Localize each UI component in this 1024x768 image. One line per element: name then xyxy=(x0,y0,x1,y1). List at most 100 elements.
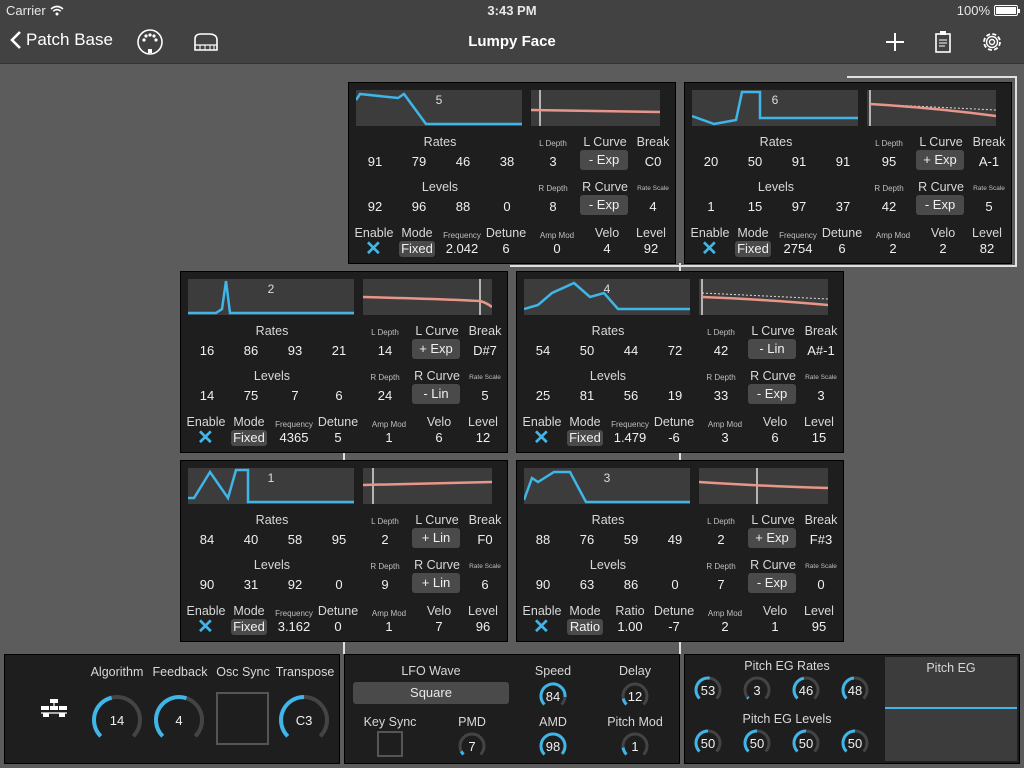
r-depth-value[interactable]: 42 xyxy=(871,199,907,214)
amp-mod-value[interactable]: 2 xyxy=(707,619,743,634)
r-curve-select[interactable]: - Exp xyxy=(580,195,628,215)
r-depth-value[interactable]: 33 xyxy=(703,388,739,403)
velocity-value[interactable]: 7 xyxy=(421,619,457,634)
level-3-value[interactable]: 88 xyxy=(445,199,481,214)
mode-toggle[interactable]: Fixed xyxy=(567,430,603,446)
frequency-value[interactable]: 3.162 xyxy=(274,619,314,634)
l-depth-value[interactable]: 3 xyxy=(535,154,571,169)
detune-value[interactable]: 6 xyxy=(824,241,860,256)
mode-toggle[interactable]: Fixed xyxy=(399,241,435,257)
detune-value[interactable]: -6 xyxy=(656,430,692,445)
enable-checkbox[interactable]: ✕ xyxy=(197,428,214,448)
rate-3-value[interactable]: 59 xyxy=(613,532,649,547)
midi-port-icon[interactable] xyxy=(136,28,164,56)
rate-1-value[interactable]: 20 xyxy=(693,154,729,169)
rate-4-value[interactable]: 38 xyxy=(489,154,525,169)
rate-3-value[interactable]: 44 xyxy=(613,343,649,358)
output-level-value[interactable]: 96 xyxy=(465,619,501,634)
envelope-display[interactable]: 5 xyxy=(356,90,522,126)
r-curve-select[interactable]: + Lin xyxy=(412,573,460,593)
amd-knob[interactable]: 98 xyxy=(538,731,568,761)
rate-4-value[interactable]: 49 xyxy=(657,532,693,547)
keyboard-scaling-display[interactable] xyxy=(531,90,660,126)
output-level-value[interactable]: 95 xyxy=(801,619,837,634)
r-depth-value[interactable]: 24 xyxy=(367,388,403,403)
r-curve-select[interactable]: - Exp xyxy=(748,573,796,593)
amp-mod-value[interactable]: 0 xyxy=(539,241,575,256)
copy-document-icon[interactable] xyxy=(929,28,957,56)
mode-toggle[interactable]: Fixed xyxy=(231,619,267,635)
pmd-knob[interactable]: 7 xyxy=(457,731,487,761)
output-level-value[interactable]: 92 xyxy=(633,241,669,256)
mode-toggle[interactable]: Fixed xyxy=(231,430,267,446)
add-icon[interactable] xyxy=(881,28,909,56)
level-1-value[interactable]: 92 xyxy=(357,199,393,214)
rate-2-value[interactable]: 86 xyxy=(233,343,269,358)
rate-scale-value[interactable]: 3 xyxy=(803,388,839,403)
velocity-value[interactable]: 2 xyxy=(925,241,961,256)
rate-scale-value[interactable]: 4 xyxy=(635,199,671,214)
level-4-value[interactable]: 0 xyxy=(489,199,525,214)
velocity-value[interactable]: 1 xyxy=(757,619,793,634)
frequency-value[interactable]: 1.00 xyxy=(610,619,650,634)
rate-4-value[interactable]: 21 xyxy=(321,343,357,358)
level-1-value[interactable]: 14 xyxy=(189,388,225,403)
frequency-value[interactable]: 2.042 xyxy=(442,241,482,256)
output-level-value[interactable]: 15 xyxy=(801,430,837,445)
amp-mod-value[interactable]: 1 xyxy=(371,619,407,634)
rate-1-value[interactable]: 16 xyxy=(189,343,225,358)
level-2-value[interactable]: 75 xyxy=(233,388,269,403)
amp-mod-value[interactable]: 2 xyxy=(875,241,911,256)
transpose-knob[interactable]: C3 xyxy=(277,693,331,747)
velocity-value[interactable]: 6 xyxy=(757,430,793,445)
r-depth-value[interactable]: 7 xyxy=(703,577,739,592)
level-1-value[interactable]: 90 xyxy=(189,577,225,592)
level-3-value[interactable]: 92 xyxy=(277,577,313,592)
l-curve-select[interactable]: - Exp xyxy=(580,150,628,170)
level-4-value[interactable]: 37 xyxy=(825,199,861,214)
rate-2-value[interactable]: 40 xyxy=(233,532,269,547)
rate-4-value[interactable]: 72 xyxy=(657,343,693,358)
level-1-value[interactable]: 90 xyxy=(525,577,561,592)
r-depth-value[interactable]: 9 xyxy=(367,577,403,592)
level-3-value[interactable]: 7 xyxy=(277,388,313,403)
l-depth-value[interactable]: 95 xyxy=(871,154,907,169)
r-curve-select[interactable]: - Exp xyxy=(916,195,964,215)
level-1-value[interactable]: 25 xyxy=(525,388,561,403)
l-curve-select[interactable]: + Exp xyxy=(748,528,796,548)
keyboard-scaling-display[interactable] xyxy=(363,279,492,315)
delay-knob[interactable]: 12 xyxy=(620,681,650,711)
rate-3-value[interactable]: 93 xyxy=(277,343,313,358)
speed-knob[interactable]: 84 xyxy=(538,681,568,711)
velocity-value[interactable]: 6 xyxy=(421,430,457,445)
level-2-value[interactable]: 96 xyxy=(401,199,437,214)
r-curve-select[interactable]: - Lin xyxy=(412,384,460,404)
level-2-value[interactable]: 81 xyxy=(569,388,605,403)
l-depth-value[interactable]: 14 xyxy=(367,343,403,358)
enable-checkbox[interactable]: ✕ xyxy=(533,428,550,448)
keyboard-icon[interactable] xyxy=(192,28,220,56)
amp-mod-value[interactable]: 3 xyxy=(707,430,743,445)
level-3-value[interactable]: 56 xyxy=(613,388,649,403)
envelope-display[interactable]: 4 xyxy=(524,279,690,315)
rate-4-value[interactable]: 95 xyxy=(321,532,357,547)
velocity-value[interactable]: 4 xyxy=(589,241,625,256)
l-curve-select[interactable]: + Exp xyxy=(916,150,964,170)
rate-3-value[interactable]: 58 xyxy=(277,532,313,547)
rate-scale-value[interactable]: 5 xyxy=(971,199,1007,214)
rate-2-value[interactable]: 76 xyxy=(569,532,605,547)
pitch-eg-level-2-knob[interactable]: 50 xyxy=(742,728,772,758)
back-button[interactable]: Patch Base xyxy=(10,30,113,50)
enable-checkbox[interactable]: ✕ xyxy=(365,239,382,259)
level-4-value[interactable]: 0 xyxy=(657,577,693,592)
rate-3-value[interactable]: 91 xyxy=(781,154,817,169)
pitch-eg-rate-4-knob[interactable]: 48 xyxy=(840,675,870,705)
l-depth-value[interactable]: 2 xyxy=(367,532,403,547)
envelope-display[interactable]: 6 xyxy=(692,90,858,126)
enable-checkbox[interactable]: ✕ xyxy=(533,617,550,637)
rate-1-value[interactable]: 88 xyxy=(525,532,561,547)
amp-mod-value[interactable]: 1 xyxy=(371,430,407,445)
level-2-value[interactable]: 63 xyxy=(569,577,605,592)
gear-icon[interactable] xyxy=(978,28,1006,56)
frequency-value[interactable]: 4365 xyxy=(274,430,314,445)
